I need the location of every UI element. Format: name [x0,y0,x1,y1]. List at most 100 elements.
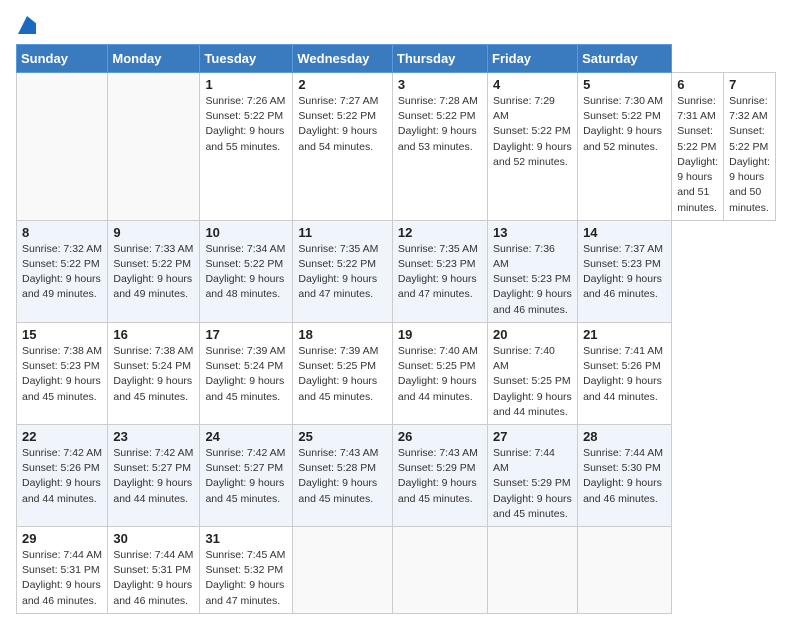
day-info: Sunrise: 7:44 AM Sunset: 5:30 PM Dayligh… [583,446,666,507]
calendar-day-cell: 7 Sunrise: 7:32 AM Sunset: 5:22 PM Dayli… [724,73,776,221]
calendar-table: SundayMondayTuesdayWednesdayThursdayFrid… [16,44,776,614]
logo [16,16,36,34]
calendar-day-cell: 17 Sunrise: 7:39 AM Sunset: 5:24 PM Dayl… [200,322,293,424]
calendar-day-cell: 14 Sunrise: 7:37 AM Sunset: 5:23 PM Dayl… [578,220,672,322]
calendar-week-row: 29 Sunrise: 7:44 AM Sunset: 5:31 PM Dayl… [17,527,776,614]
calendar-day-cell: 19 Sunrise: 7:40 AM Sunset: 5:25 PM Dayl… [392,322,487,424]
calendar-day-cell: 11 Sunrise: 7:35 AM Sunset: 5:22 PM Dayl… [293,220,393,322]
day-info: Sunrise: 7:28 AM Sunset: 5:22 PM Dayligh… [398,94,482,155]
page-header [16,16,776,34]
day-number: 26 [398,429,482,444]
day-info: Sunrise: 7:39 AM Sunset: 5:24 PM Dayligh… [205,344,287,405]
day-info: Sunrise: 7:34 AM Sunset: 5:22 PM Dayligh… [205,242,287,303]
calendar-week-row: 15 Sunrise: 7:38 AM Sunset: 5:23 PM Dayl… [17,322,776,424]
day-info: Sunrise: 7:43 AM Sunset: 5:28 PM Dayligh… [298,446,387,507]
day-number: 16 [113,327,194,342]
day-number: 13 [493,225,572,240]
day-info: Sunrise: 7:43 AM Sunset: 5:29 PM Dayligh… [398,446,482,507]
calendar-day-cell: 12 Sunrise: 7:35 AM Sunset: 5:23 PM Dayl… [392,220,487,322]
day-number: 10 [205,225,287,240]
calendar-day-cell [488,527,578,614]
day-number: 30 [113,531,194,546]
day-number: 1 [205,77,287,92]
calendar-body: 1 Sunrise: 7:26 AM Sunset: 5:22 PM Dayli… [17,73,776,614]
day-number: 14 [583,225,666,240]
calendar-day-cell [578,527,672,614]
calendar-day-header: Thursday [392,45,487,73]
day-info: Sunrise: 7:45 AM Sunset: 5:32 PM Dayligh… [205,548,287,609]
day-number: 15 [22,327,102,342]
calendar-day-cell: 3 Sunrise: 7:28 AM Sunset: 5:22 PM Dayli… [392,73,487,221]
day-info: Sunrise: 7:32 AM Sunset: 5:22 PM Dayligh… [22,242,102,303]
calendar-day-cell [17,73,108,221]
day-info: Sunrise: 7:40 AM Sunset: 5:25 PM Dayligh… [493,344,572,420]
day-info: Sunrise: 7:38 AM Sunset: 5:24 PM Dayligh… [113,344,194,405]
day-number: 8 [22,225,102,240]
calendar-day-cell [293,527,393,614]
day-number: 27 [493,429,572,444]
day-number: 6 [677,77,718,92]
calendar-day-header: Sunday [17,45,108,73]
calendar-day-cell: 8 Sunrise: 7:32 AM Sunset: 5:22 PM Dayli… [17,220,108,322]
day-number: 7 [729,77,770,92]
day-number: 3 [398,77,482,92]
day-info: Sunrise: 7:30 AM Sunset: 5:22 PM Dayligh… [583,94,666,155]
day-info: Sunrise: 7:35 AM Sunset: 5:22 PM Dayligh… [298,242,387,303]
day-info: Sunrise: 7:31 AM Sunset: 5:22 PM Dayligh… [677,94,718,216]
calendar-day-cell: 5 Sunrise: 7:30 AM Sunset: 5:22 PM Dayli… [578,73,672,221]
day-info: Sunrise: 7:42 AM Sunset: 5:26 PM Dayligh… [22,446,102,507]
day-info: Sunrise: 7:33 AM Sunset: 5:22 PM Dayligh… [113,242,194,303]
day-info: Sunrise: 7:32 AM Sunset: 5:22 PM Dayligh… [729,94,770,216]
day-number: 29 [22,531,102,546]
day-number: 31 [205,531,287,546]
calendar-day-header: Saturday [578,45,672,73]
day-info: Sunrise: 7:38 AM Sunset: 5:23 PM Dayligh… [22,344,102,405]
day-info: Sunrise: 7:37 AM Sunset: 5:23 PM Dayligh… [583,242,666,303]
calendar-day-cell: 15 Sunrise: 7:38 AM Sunset: 5:23 PM Dayl… [17,322,108,424]
day-number: 12 [398,225,482,240]
day-info: Sunrise: 7:27 AM Sunset: 5:22 PM Dayligh… [298,94,387,155]
calendar-day-cell: 20 Sunrise: 7:40 AM Sunset: 5:25 PM Dayl… [488,322,578,424]
calendar-day-cell: 29 Sunrise: 7:44 AM Sunset: 5:31 PM Dayl… [17,527,108,614]
calendar-day-cell: 27 Sunrise: 7:44 AM Sunset: 5:29 PM Dayl… [488,424,578,526]
logo-icon [18,16,36,34]
calendar-day-header: Wednesday [293,45,393,73]
calendar-day-header: Friday [488,45,578,73]
day-number: 19 [398,327,482,342]
day-info: Sunrise: 7:42 AM Sunset: 5:27 PM Dayligh… [113,446,194,507]
calendar-week-row: 22 Sunrise: 7:42 AM Sunset: 5:26 PM Dayl… [17,424,776,526]
calendar-day-cell: 13 Sunrise: 7:36 AM Sunset: 5:23 PM Dayl… [488,220,578,322]
calendar-day-cell: 31 Sunrise: 7:45 AM Sunset: 5:32 PM Dayl… [200,527,293,614]
day-info: Sunrise: 7:26 AM Sunset: 5:22 PM Dayligh… [205,94,287,155]
calendar-day-cell: 21 Sunrise: 7:41 AM Sunset: 5:26 PM Dayl… [578,322,672,424]
calendar-week-row: 1 Sunrise: 7:26 AM Sunset: 5:22 PM Dayli… [17,73,776,221]
day-number: 20 [493,327,572,342]
day-info: Sunrise: 7:35 AM Sunset: 5:23 PM Dayligh… [398,242,482,303]
calendar-day-cell: 26 Sunrise: 7:43 AM Sunset: 5:29 PM Dayl… [392,424,487,526]
calendar-day-cell [108,73,200,221]
calendar-day-cell: 9 Sunrise: 7:33 AM Sunset: 5:22 PM Dayli… [108,220,200,322]
calendar-day-cell: 28 Sunrise: 7:44 AM Sunset: 5:30 PM Dayl… [578,424,672,526]
day-info: Sunrise: 7:36 AM Sunset: 5:23 PM Dayligh… [493,242,572,318]
calendar-day-cell: 24 Sunrise: 7:42 AM Sunset: 5:27 PM Dayl… [200,424,293,526]
day-number: 5 [583,77,666,92]
calendar-day-header: Tuesday [200,45,293,73]
day-number: 22 [22,429,102,444]
calendar-day-cell: 23 Sunrise: 7:42 AM Sunset: 5:27 PM Dayl… [108,424,200,526]
day-number: 28 [583,429,666,444]
day-number: 9 [113,225,194,240]
day-info: Sunrise: 7:44 AM Sunset: 5:31 PM Dayligh… [113,548,194,609]
day-number: 11 [298,225,387,240]
calendar-day-header: Monday [108,45,200,73]
day-number: 24 [205,429,287,444]
calendar-day-cell: 6 Sunrise: 7:31 AM Sunset: 5:22 PM Dayli… [672,73,724,221]
day-number: 17 [205,327,287,342]
calendar-day-cell: 2 Sunrise: 7:27 AM Sunset: 5:22 PM Dayli… [293,73,393,221]
calendar-header-row: SundayMondayTuesdayWednesdayThursdayFrid… [17,45,776,73]
day-number: 21 [583,327,666,342]
calendar-day-cell: 16 Sunrise: 7:38 AM Sunset: 5:24 PM Dayl… [108,322,200,424]
calendar-day-cell: 4 Sunrise: 7:29 AM Sunset: 5:22 PM Dayli… [488,73,578,221]
day-number: 2 [298,77,387,92]
day-info: Sunrise: 7:44 AM Sunset: 5:29 PM Dayligh… [493,446,572,522]
day-number: 18 [298,327,387,342]
